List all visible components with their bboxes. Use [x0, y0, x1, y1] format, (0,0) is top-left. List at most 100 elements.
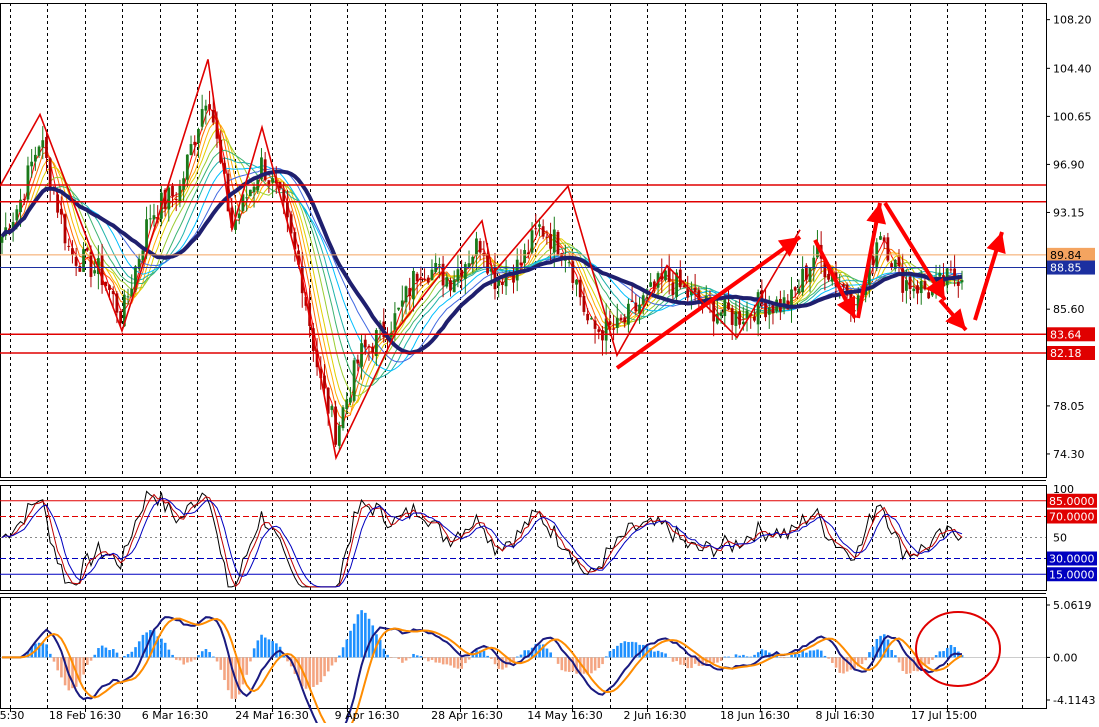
hist-bar — [746, 656, 749, 657]
candle-body — [586, 314, 589, 320]
candle-body — [334, 407, 337, 445]
candle-body — [449, 280, 452, 290]
candle-body — [323, 376, 326, 389]
candle-body — [801, 269, 804, 292]
hist-bar — [516, 657, 519, 658]
hist-bar — [824, 656, 827, 657]
candle-body — [627, 304, 630, 325]
candle-body — [204, 106, 207, 111]
candle-body — [720, 312, 723, 316]
candle-body — [634, 303, 637, 311]
candle-body — [475, 238, 478, 255]
candle-body — [590, 318, 593, 319]
hist-bar — [520, 655, 523, 658]
hist-bar — [112, 649, 115, 657]
hist-bar — [323, 657, 326, 676]
hist-bar — [494, 657, 497, 664]
candle-body — [520, 263, 523, 266]
candle-body — [190, 144, 193, 155]
hist-bar — [827, 657, 830, 658]
candle-body — [534, 228, 537, 229]
hist-bar — [438, 657, 441, 662]
candle-body — [753, 316, 756, 320]
hist-bar — [253, 648, 256, 657]
candle-body — [208, 104, 211, 109]
candle-body — [393, 313, 396, 330]
candle-body — [453, 280, 456, 293]
hist-bar — [305, 657, 308, 688]
hist-bar — [927, 657, 930, 664]
hist-bar — [735, 654, 738, 657]
candle-body — [757, 292, 760, 324]
hist-bar — [201, 651, 204, 657]
candle-body — [938, 273, 941, 277]
hist-bar — [560, 657, 563, 670]
hist-tick-label: 5.0619 — [1053, 599, 1092, 612]
candle-body — [431, 270, 434, 281]
candle-body — [271, 178, 274, 182]
candle-body — [768, 307, 771, 315]
chart-canvas[interactable]: 108.20104.40100.6596.9093.1589.8488.8585… — [0, 0, 1099, 723]
y-tick-label: 74.30 — [1053, 448, 1085, 461]
hist-bar — [820, 651, 823, 658]
candle-body — [1, 236, 4, 242]
hist-bar — [97, 648, 100, 657]
hist-bar — [724, 657, 727, 658]
candle-body — [468, 263, 471, 267]
hist-bar — [194, 657, 197, 659]
hist-bar — [405, 657, 408, 660]
x-tick-label: 18 Jun 16:30 — [720, 709, 790, 722]
candle-body — [182, 178, 185, 190]
hist-bar — [742, 655, 745, 658]
candle-body — [738, 311, 741, 325]
y-tick-label: 78.05 — [1053, 400, 1085, 413]
candle-body — [353, 360, 356, 401]
candle-body — [516, 260, 519, 281]
hist-bar — [449, 657, 452, 665]
hist-bar — [216, 657, 219, 661]
candle-body — [153, 215, 156, 219]
candle-body — [616, 318, 619, 328]
hist-bar — [353, 624, 356, 658]
price-level-label: 82.18 — [1050, 347, 1082, 360]
hist-bar — [257, 640, 260, 657]
hist-bar — [675, 657, 678, 661]
osc-level-label: 15.0000 — [1049, 568, 1095, 581]
hist-bar — [101, 646, 104, 658]
hist-bar — [627, 642, 630, 657]
hist-bar — [401, 657, 404, 662]
y-tick-label: 108.20 — [1053, 14, 1092, 27]
hist-bar — [342, 647, 345, 657]
hist-bar — [446, 657, 449, 664]
price-level-label: 88.85 — [1050, 262, 1082, 275]
candle-body — [245, 197, 248, 198]
candle-body — [842, 284, 845, 287]
candle-body — [78, 266, 81, 272]
hist-bar — [416, 655, 419, 657]
hist-bar — [383, 649, 386, 658]
candle-body — [267, 180, 270, 184]
hist-bar — [334, 657, 337, 662]
y-tick-label: 104.40 — [1053, 62, 1092, 75]
candle-body — [916, 285, 919, 293]
hist-tick-label: 0.00 — [1053, 651, 1078, 664]
candle-body — [664, 271, 667, 281]
hist-bar — [219, 657, 222, 669]
hist-bar — [312, 657, 315, 687]
hist-bar — [664, 653, 667, 657]
hist-bar — [212, 657, 215, 658]
hist-bar — [338, 656, 341, 658]
candle-body — [45, 137, 48, 158]
hist-bar — [360, 610, 363, 657]
x-tick-label: 6 Mar 16:30 — [142, 709, 208, 722]
candle-body — [579, 280, 582, 297]
hist-bar — [160, 639, 163, 658]
hist-bar — [624, 641, 627, 657]
candle-body — [438, 264, 441, 265]
candle-body — [631, 301, 634, 302]
y-tick-label: 96.90 — [1053, 158, 1085, 171]
hist-bar — [119, 657, 122, 658]
candle-body — [175, 199, 178, 200]
candle-body — [330, 406, 333, 410]
x-tick-label: 24 Mar 16:30 — [235, 709, 308, 722]
